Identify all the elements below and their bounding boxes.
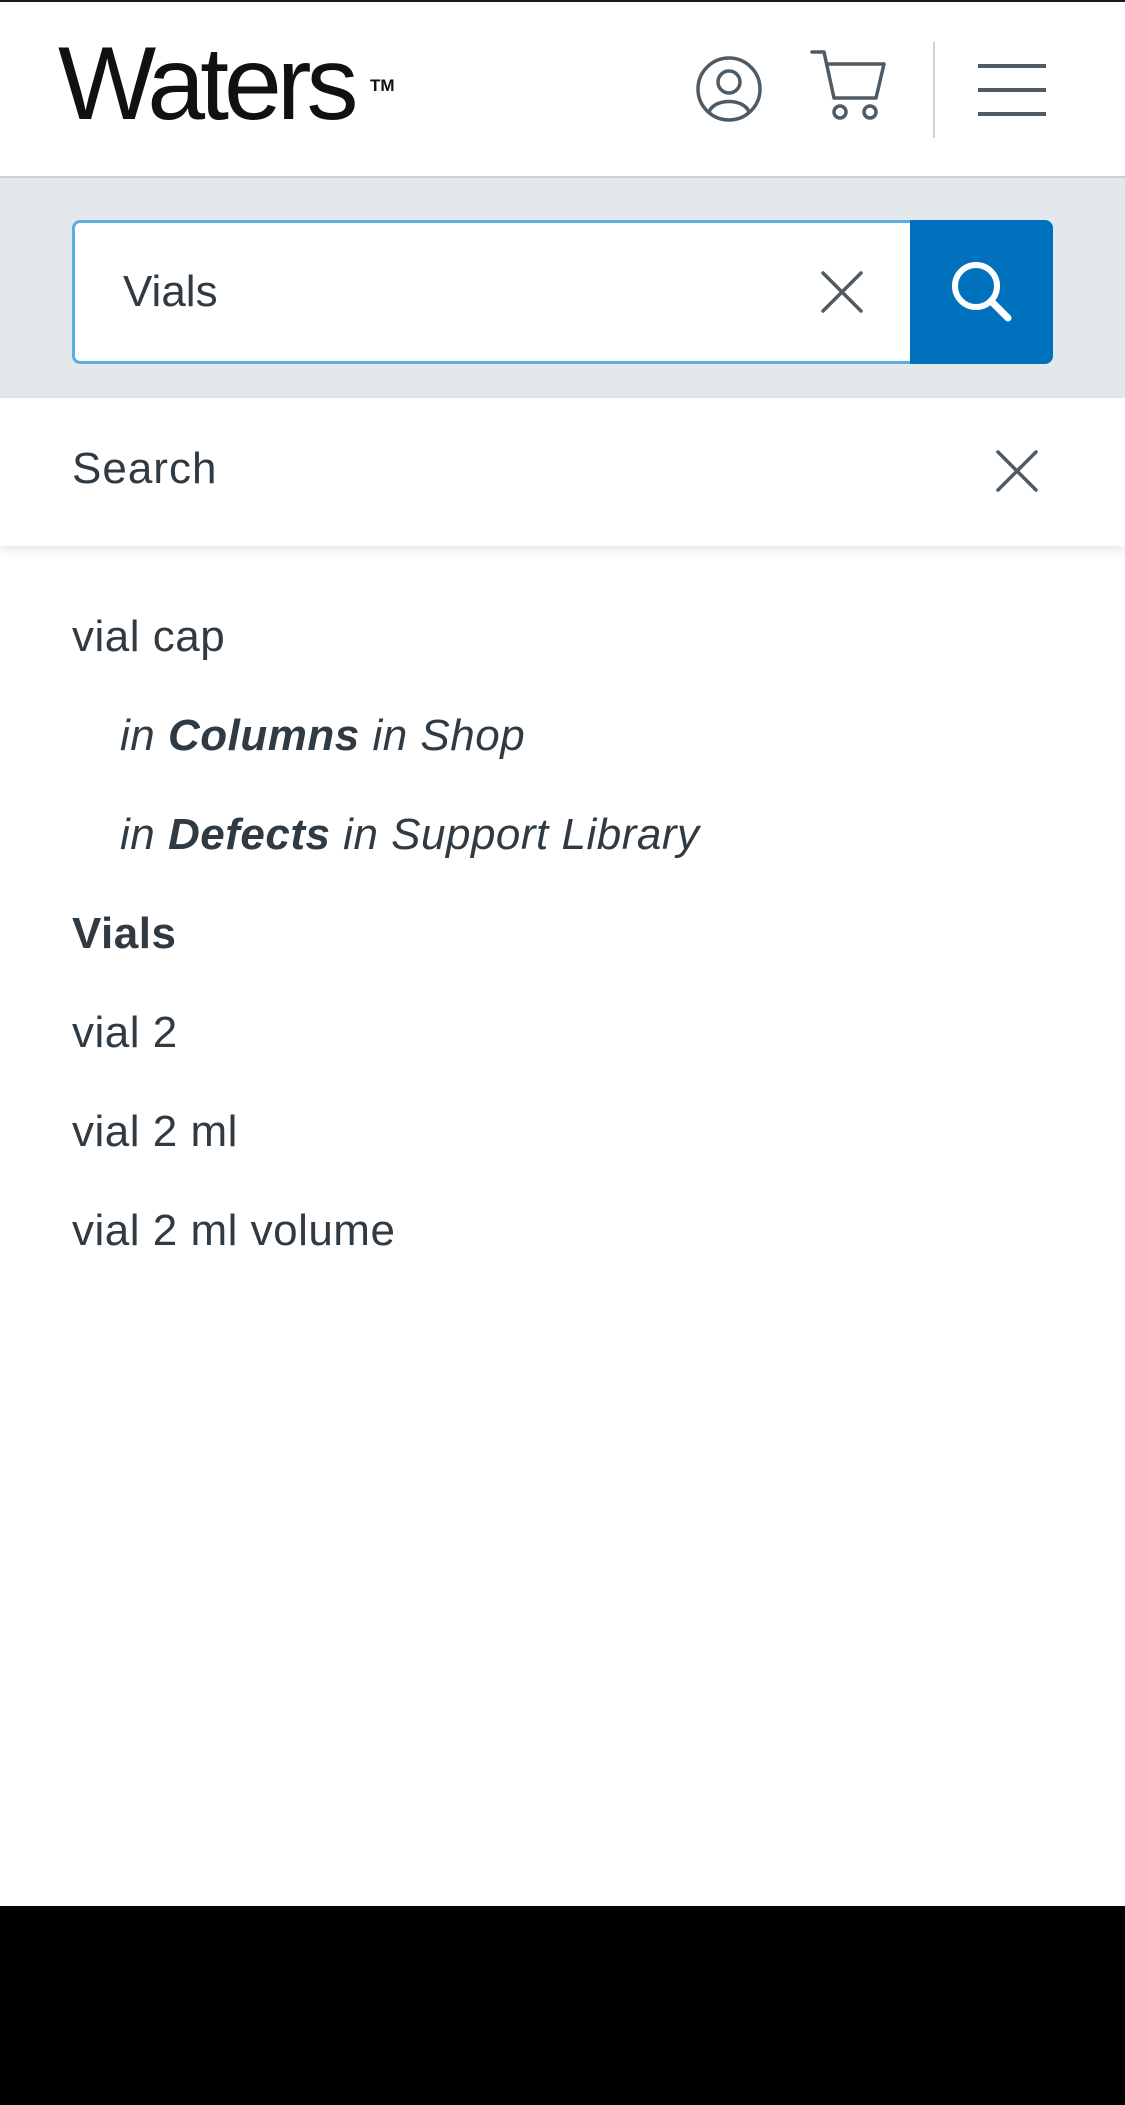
suggestion-category-item[interactable]: in Columns in Shop — [0, 686, 1125, 785]
clear-search-button[interactable] — [817, 267, 867, 317]
suggestion-category-item[interactable]: in Defects in Support Library — [0, 785, 1125, 884]
suggestion-text: vial 2 — [72, 1008, 178, 1057]
suggestion-item[interactable]: vial 2 ml — [0, 1082, 1125, 1181]
site-header: Waters TM — [0, 2, 1125, 178]
suggestion-item[interactable]: vial 2 — [0, 983, 1125, 1082]
suggestions-header: Search — [0, 398, 1125, 546]
search-icon — [952, 262, 1012, 322]
search-box — [72, 220, 910, 364]
system-navigation-bar — [0, 1906, 1125, 2105]
trademark-mark: TM — [370, 76, 395, 95]
suggestion-prefix: in — [120, 711, 168, 760]
suggestion-text: vial 2 ml volume — [72, 1206, 396, 1255]
account-circle-icon — [696, 56, 762, 122]
search-bar-area — [0, 178, 1125, 398]
cart-button[interactable] — [810, 48, 888, 124]
suggestion-item[interactable]: vial cap — [0, 587, 1125, 686]
suggestion-suffix: in Shop — [359, 711, 526, 760]
search-submit-button[interactable] — [910, 220, 1053, 364]
account-button[interactable] — [694, 54, 764, 124]
hamburger-menu-icon — [978, 64, 1046, 116]
suggestion-suffix: in Support Library — [330, 810, 700, 859]
suggestion-prefix: in — [120, 810, 168, 859]
suggestion-category: Columns — [167, 711, 360, 760]
menu-button[interactable] — [978, 60, 1046, 120]
waters-logo[interactable]: Waters — [58, 32, 359, 136]
header-divider — [933, 42, 935, 138]
suggestion-text: vial cap — [72, 612, 226, 661]
close-icon — [996, 450, 1038, 492]
suggestion-text: Vials — [72, 909, 177, 958]
suggestion-text: vial 2 ml — [72, 1107, 238, 1156]
close-suggestions-button[interactable] — [994, 448, 1040, 494]
close-icon — [821, 271, 863, 313]
suggestion-item-active[interactable]: Vials — [0, 884, 1125, 983]
suggestions-list: vial cap in Columns in Shop in Defects i… — [0, 587, 1125, 1280]
search-input[interactable] — [123, 223, 763, 361]
suggestion-category: Defects — [167, 810, 331, 859]
suggestion-item[interactable]: vial 2 ml volume — [0, 1181, 1125, 1280]
shopping-cart-icon — [810, 50, 886, 120]
app-screen: Waters TM Vials Search vial cap in Colum… — [0, 0, 1125, 1906]
suggestions-title: Search — [72, 444, 218, 493]
